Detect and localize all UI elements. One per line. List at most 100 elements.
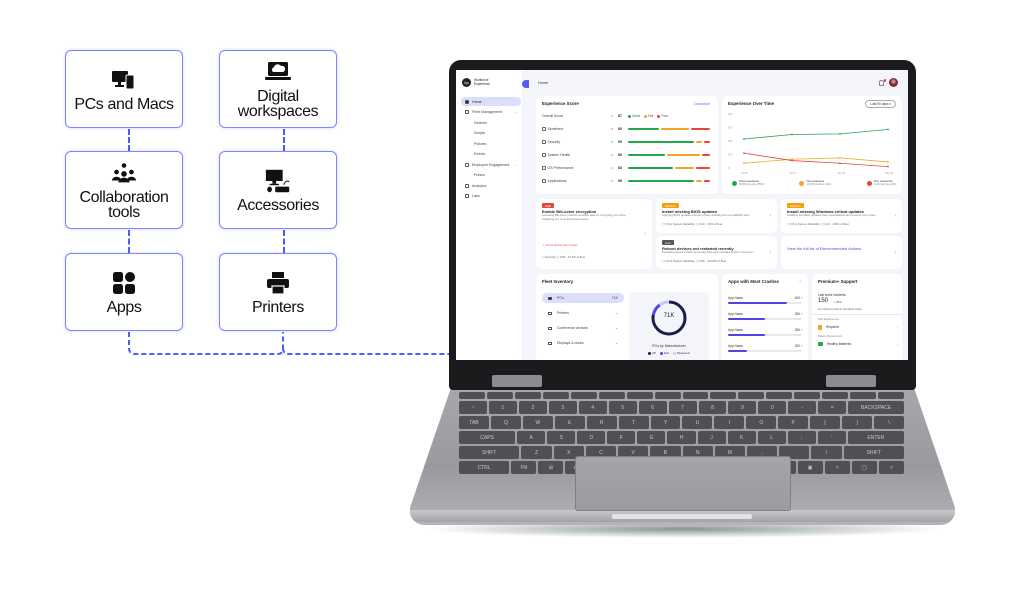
- data-point[interactable]: [839, 132, 841, 135]
- sidebar-item-fleet-management[interactable]: Fleet Management ⌄: [461, 108, 521, 117]
- priority-badge: Medium: [662, 203, 679, 208]
- score-row[interactable]: Security ↑5 90: [542, 138, 714, 146]
- sidebar-item-scripts[interactable]: Scripts: [461, 129, 521, 138]
- sidebar-item-policies[interactable]: Policies: [461, 139, 521, 148]
- keyboard-row: [459, 392, 904, 399]
- battery-ok-icon: [818, 342, 823, 346]
- legend-sub: 10,000 devices (11%): [806, 183, 832, 187]
- range-select[interactable]: Last 90 days ▾: [865, 100, 896, 108]
- legend-item: Fair experience 10,000 devices (11%): [799, 180, 831, 186]
- inventory-item[interactable]: Conference devices ⌄: [542, 323, 624, 333]
- score-row[interactable]: OS Performance ↓2 83: [542, 164, 714, 172]
- keyboard-key: -: [788, 401, 817, 414]
- score-value: 80: [618, 153, 622, 157]
- data-point[interactable]: [887, 128, 889, 131]
- battery-status-row[interactable]: Healthy Batteries ›: [818, 340, 898, 348]
- view-all-link[interactable]: View the full list of Recommended Action…: [787, 246, 867, 252]
- legend-label: Great: [632, 114, 640, 118]
- keyboard-key: L: [757, 431, 786, 444]
- score-distribution-bar: [628, 140, 710, 144]
- inventory-item[interactable]: PCs 71K: [542, 293, 624, 303]
- recommendation-card[interactable]: High Enable BitLocker encryption Activatin…: [536, 199, 652, 269]
- score-distribution-bar: [628, 166, 710, 170]
- legend-label: Dell: [664, 351, 669, 355]
- inventory-count: 71K: [611, 296, 618, 300]
- connector-line: [128, 230, 130, 253]
- sidebar-item-devices[interactable]: Devices: [461, 118, 521, 127]
- sidebar-item-pulses[interactable]: Pulses: [461, 171, 521, 180]
- recommendation-card[interactable]: Medium Install missing BIOS updates Applyi…: [656, 199, 777, 233]
- score-row[interactable]: Sentiment ↓3 80: [542, 125, 714, 133]
- printer-icon: [548, 311, 552, 315]
- app-name: App Name: [728, 312, 744, 316]
- crash-count: 200 ›: [794, 344, 802, 348]
- y-tick-label: 100: [728, 153, 733, 157]
- data-point[interactable]: [887, 161, 889, 163]
- recommendation-card[interactable]: Medium Install missing Windows critical u…: [781, 199, 902, 233]
- disk-warning-icon: [818, 324, 822, 330]
- crash-row[interactable]: App Name 200 ›: [728, 344, 802, 352]
- recommendation-card[interactable]: Low Reboot devices not restarted recently…: [656, 236, 777, 269]
- chevron-down-icon: ⌄: [514, 110, 517, 114]
- keyboard-key: [738, 392, 765, 399]
- great-segment: [628, 179, 694, 183]
- score-row[interactable]: System Health ↓2 80: [542, 151, 714, 159]
- feature-label: Apps: [106, 298, 142, 316]
- experience-over-time-panel: Experience Over Time Last 90 days ▾ 400 3…: [722, 96, 902, 194]
- keyboard-key: ▣: [797, 461, 823, 474]
- app-name: App Name: [728, 296, 744, 300]
- keyboard-key: 4: [578, 401, 607, 414]
- arrow-right-icon[interactable]: →: [797, 278, 802, 284]
- legend-dot: [643, 114, 647, 118]
- score-category: System Health: [542, 153, 610, 157]
- keyboard-key: D: [577, 431, 606, 444]
- inventory-item[interactable]: Displays & docks ⌄: [542, 338, 624, 348]
- overall-score-label: Overall Score: [542, 114, 564, 118]
- feature-label: PCs and Macs: [74, 95, 174, 113]
- keyboard-key: >: [878, 461, 905, 474]
- recommendation-meta: ▢ OS & System Reliability ▢ 4.1K · 100% …: [787, 222, 849, 226]
- inventory-label: Printers: [557, 311, 570, 315]
- data-point[interactable]: [887, 165, 889, 168]
- sidebar-item-employee-engagement[interactable]: Employee Engagement ⌄: [461, 160, 521, 169]
- app-logo: hp Workforce Experience: [462, 78, 490, 87]
- crash-row[interactable]: App Name 400 ›: [728, 296, 802, 304]
- x-tick-label: Sep 15: [885, 171, 894, 175]
- disk-status: Required: [826, 325, 839, 329]
- inventory-label: Displays & docks: [557, 341, 584, 345]
- data-point[interactable]: [743, 152, 745, 155]
- keyboard-key: F: [607, 431, 636, 444]
- disk-status-row[interactable]: Required ›: [818, 323, 898, 331]
- donut-legend-item: HP: [648, 351, 656, 355]
- laptop-hinge: [826, 375, 876, 387]
- score-row[interactable]: Applications ↑3 98: [542, 177, 714, 185]
- data-point[interactable]: [791, 159, 793, 162]
- keyboard-key: CAPS: [459, 431, 516, 444]
- sidebar-item-analytics[interactable]: Analytics: [461, 181, 521, 190]
- feature-label: Collaboration tools: [79, 189, 169, 221]
- poor-segment: [703, 140, 710, 144]
- pc-icon: [548, 296, 552, 300]
- inventory-item[interactable]: Printers ⌄: [542, 308, 624, 318]
- smile-icon: [732, 180, 737, 186]
- crash-row[interactable]: App Name 250 ›: [728, 312, 802, 320]
- customize-link[interactable]: Customize: [693, 102, 710, 106]
- sidebar-item-label: Analytics: [472, 183, 487, 188]
- crash-count: 250 ›: [794, 312, 802, 316]
- score-value: 83: [618, 166, 622, 170]
- sidebar-item-labs[interactable]: Labs: [461, 192, 521, 201]
- data-point[interactable]: [743, 162, 745, 165]
- sidebar-item-events[interactable]: Events: [461, 150, 521, 159]
- data-point[interactable]: [839, 162, 841, 165]
- sidebar-item-label: Labs: [472, 194, 480, 198]
- data-point[interactable]: [791, 133, 793, 136]
- chevron-down-icon: ⌄: [514, 162, 517, 167]
- data-point[interactable]: [839, 156, 841, 159]
- crash-row[interactable]: App Name 250 ›: [728, 328, 802, 336]
- breadcrumb[interactable]: Home: [538, 81, 548, 85]
- view-all-recommendations-card[interactable]: View the full list of Recommended Action…: [781, 236, 902, 269]
- user-avatar[interactable]: [889, 78, 898, 87]
- keyboard-key: [878, 392, 904, 399]
- sidebar-item-home[interactable]: Home: [461, 97, 521, 106]
- data-point[interactable]: [743, 138, 745, 140]
